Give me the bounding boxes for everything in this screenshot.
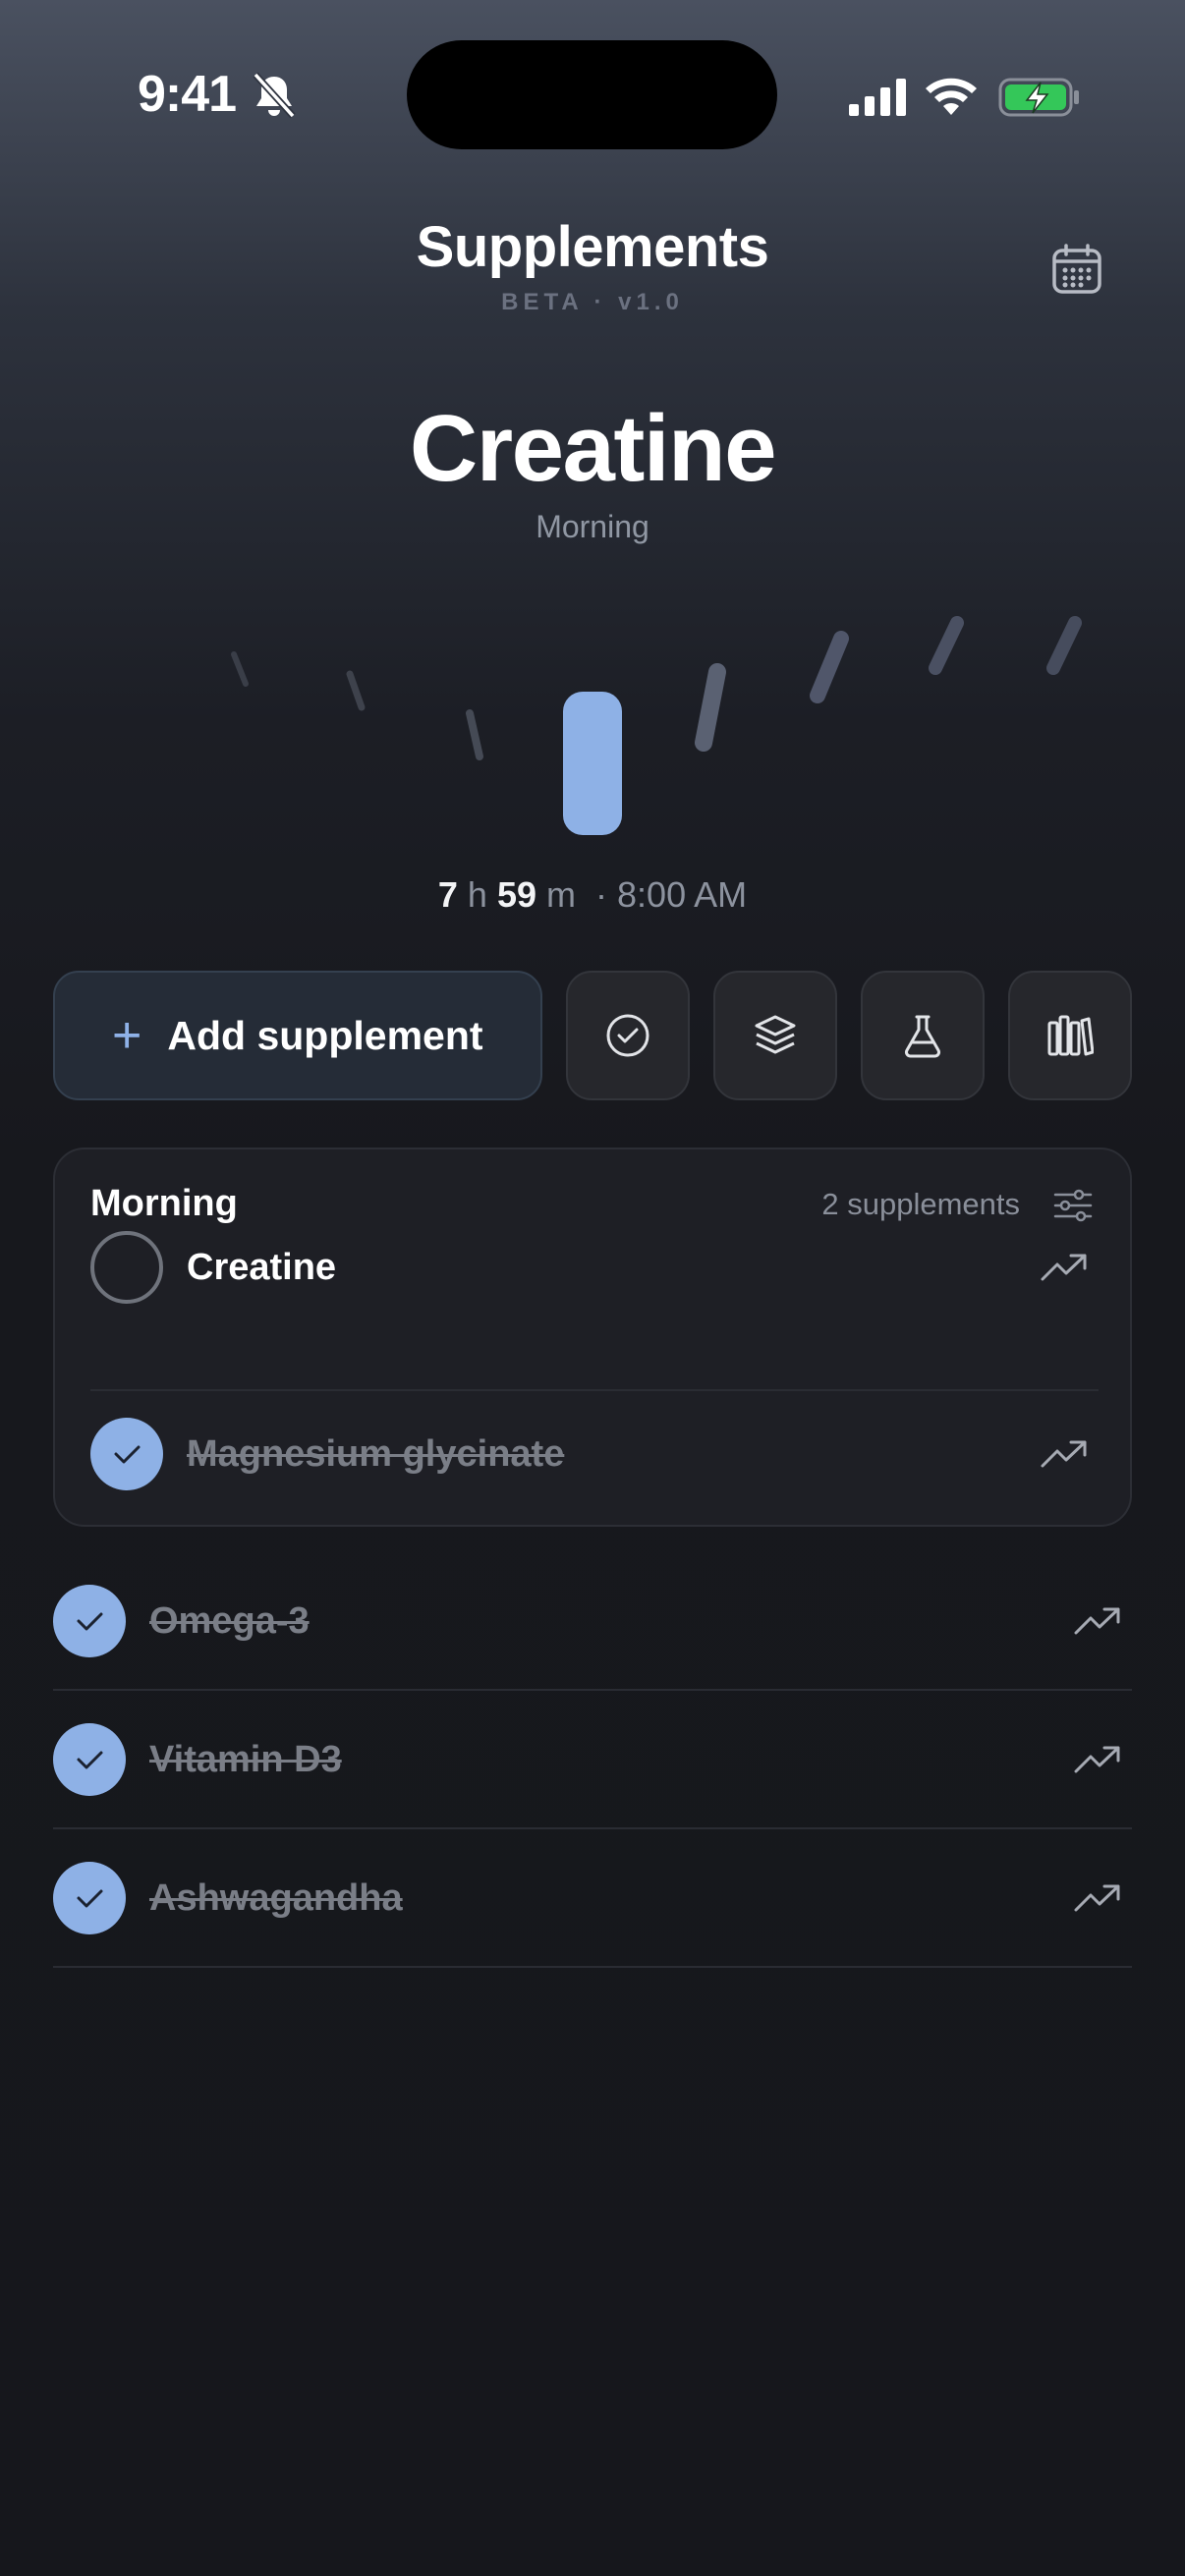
layers-icon [755,1015,796,1054]
checkmark-icon [114,1445,141,1464]
status-time: 9:41 [138,66,237,123]
countdown-minutes: 59 [496,874,537,915]
morning-group-card: Morning 2 supplements Creatine Magnesium… [53,1148,1132,1527]
supplement-name: Magnesium glycinate [187,1432,565,1475]
timeline-tick [695,663,726,752]
row-divider [53,1966,1132,1968]
trending-up-icon[interactable] [1073,1742,1122,1777]
timeline-tick [466,709,483,760]
timeline-tick [1046,616,1082,675]
calendar-icon [1052,244,1101,294]
dose-timeline [231,616,1082,835]
trending-up-icon[interactable] [1040,1436,1089,1472]
checkmark-icon [77,1751,103,1769]
trending-up-icon[interactable] [1073,1603,1122,1639]
timeline-tick [231,651,249,687]
supplement-name: Omega-3 [149,1599,310,1642]
list-item[interactable]: Magnesium glycinate [90,1391,1099,1517]
flask-icon [905,1015,940,1058]
trending-up-icon[interactable] [1073,1880,1122,1916]
app-version: BETA · v1.0 [501,289,684,315]
minutes-unit: m [546,874,577,915]
countdown-hours: 7 [437,874,458,915]
timeline-current-marker [563,692,622,835]
hours-unit: h [467,874,487,915]
add-supplement-label: Add supplement [167,1012,483,1058]
current-slot-label: Morning [536,509,649,544]
list-item[interactable]: Omega-3 [53,1552,1132,1690]
trending-up-icon[interactable] [1040,1250,1089,1285]
plus-icon: + [112,1007,142,1064]
supplement-name: Vitamin D3 [149,1738,342,1780]
checkmark-icon [77,1889,103,1908]
supplement-name: Ashwagandha [149,1876,403,1919]
cellular-signal-icon [849,79,906,116]
taken-check-circle[interactable] [53,1862,126,1934]
bell-slash-icon [253,72,296,119]
mark-all-taken-button[interactable] [566,971,690,1100]
current-supplement-name: Creatine [409,396,777,501]
app-title: Supplements [416,215,769,279]
library-icon [1047,1015,1094,1056]
dynamic-island [407,40,777,149]
battery-charging-icon [998,78,1079,117]
library-button[interactable] [1008,971,1132,1100]
scheduled-time: · 8:00 AM [595,874,748,915]
stacks-button[interactable] [713,971,837,1100]
app-screen: 9:41 Supplements BETA · v1.0 Creatine Mo… [0,0,1185,2576]
untaken-check-circle[interactable] [90,1231,163,1304]
taken-check-circle[interactable] [90,1418,163,1490]
list-item[interactable]: Ashwagandha [53,1829,1132,1967]
taken-check-circle[interactable] [53,1723,126,1796]
checkmark-icon [77,1612,103,1631]
lab-button[interactable] [861,971,985,1100]
wifi-icon [926,78,977,115]
timeline-tick [810,631,849,703]
check-circle-icon [606,1014,649,1057]
countdown: 7 h 59 m · 8:00 AM [0,874,1185,916]
timeline-tick [346,670,366,711]
timeline-tick [929,616,964,675]
taken-check-circle[interactable] [53,1585,126,1657]
list-item[interactable]: Creatine [90,1199,1099,1336]
add-supplement-button[interactable]: + Add supplement [53,971,542,1100]
calendar-button[interactable] [1042,234,1112,305]
list-item[interactable]: Vitamin D3 [53,1691,1132,1828]
supplement-name: Creatine [187,1246,337,1288]
